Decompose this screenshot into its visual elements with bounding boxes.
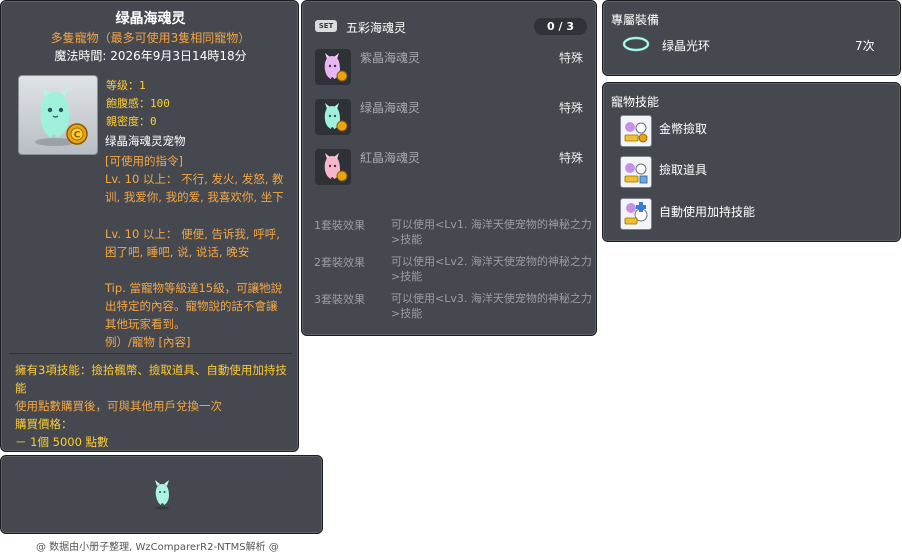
sea-spirit-pet-icon: C: [35, 87, 88, 146]
set-effect-label: 1套裝效果: [314, 219, 365, 232]
example-text: 例）/寵物 [內容]: [105, 335, 191, 349]
set-effect-text: 可以使用<Lv1. 海洋天使宠物的神秘之力>技能: [391, 218, 592, 246]
auto-buff-glyph: [624, 202, 648, 225]
set-effect-label: 3套裝效果: [314, 293, 365, 306]
set-item-type: 特殊: [559, 101, 584, 115]
set-badge: SET: [315, 20, 337, 32]
tip-text: Tip. 當寵物等級達15級，可讓牠說出特定的內容。寵物說的話不會讓其他玩家看到…: [105, 281, 283, 331]
item-tooltip-panel: 绿晶海魂灵 多隻寵物（最多可使用3隻相同寵物） 魔法時間: 2026年9月3日1…: [0, 0, 299, 452]
pet-sprite-icon: [155, 480, 169, 510]
set-effect-label: 2套裝效果: [314, 256, 365, 269]
set-item-type: 特殊: [559, 51, 584, 65]
red-spirit-icon: [324, 153, 348, 182]
footer-credit: @ 数据由小册子整理, WzComparerR2-NTMS解析 @: [36, 542, 279, 553]
set-item-name: 紅晶海魂灵: [360, 151, 421, 165]
exclusive-equip-panel: 專屬裝備 绿晶光环 7次: [602, 0, 901, 76]
divider: [9, 353, 292, 354]
skill-name: 撿取道具: [659, 163, 708, 177]
set-effect-text: 可以使用<Lv2. 海洋天使宠物的神秘之力>技能: [391, 255, 592, 283]
skill-name: 金幣撿取: [659, 122, 708, 136]
pet-fullness: 飽腹感：100: [106, 97, 170, 110]
pet-skill-panel: 寵物技能 金幣撿取 撿取道具 自動使用加持技能: [602, 82, 901, 242]
set-item-name: 紫晶海魂灵: [360, 51, 421, 65]
item-pickup-glyph: [624, 163, 648, 184]
pet-skills-summary: 擁有3項技能：撿拾楓幣、撿取道具、自動使用加持技能: [15, 363, 287, 395]
purple-spirit-icon: [324, 53, 348, 82]
meso-pickup-icon[interactable]: [620, 115, 652, 147]
item-title: 绿晶海魂灵: [115, 11, 186, 27]
svg-text:C: C: [74, 131, 81, 141]
equip-header: 專屬裝備: [611, 13, 660, 27]
set-item-icon-green[interactable]: [315, 99, 351, 135]
meso-pickup-glyph: [624, 122, 648, 143]
set-title: 五彩海魂灵: [346, 21, 407, 35]
command-list-1: Lv. 10 以上： 不行, 发火, 发怒, 教训, 我爱你, 我的爱, 我喜欢…: [105, 172, 284, 204]
trade-note: 使用點數購買後，可與其他用戶兌換一次: [15, 399, 222, 413]
set-item-type: 特殊: [559, 151, 584, 165]
set-item-icon-purple[interactable]: [315, 49, 351, 85]
halo-ring-icon: [622, 36, 650, 52]
equip-count: 7次: [855, 39, 875, 53]
equip-name: 绿晶光环: [662, 39, 711, 53]
commands-header: [可使用的指令]: [105, 154, 183, 168]
set-panel: SET 五彩海魂灵 0 / 3 紫晶海魂灵 特殊 绿晶海魂灵 特殊 紅晶海魂灵: [301, 0, 597, 336]
pet-level: 等级：1: [106, 79, 146, 92]
set-item-icon-red[interactable]: [315, 149, 351, 185]
skill-name: 自動使用加持技能: [659, 205, 756, 219]
green-spirit-icon: [324, 103, 348, 132]
pet-skill-header: 寵物技能: [611, 95, 660, 109]
pet-closeness: 親密度：0: [106, 115, 157, 128]
set-item-name: 绿晶海魂灵: [360, 101, 421, 115]
pet-preview-panel: [0, 455, 323, 534]
item-expiry: 魔法時間: 2026年9月3日14時18分: [54, 49, 247, 63]
price-label: 購買價格：: [15, 417, 73, 431]
set-effect-text: 可以使用<Lv3. 海洋天使宠物的神秘之力>技能: [391, 292, 592, 320]
pet-icon-frame: C: [18, 75, 98, 155]
item-pickup-icon[interactable]: [620, 156, 652, 188]
set-progress-count: 0 / 3: [534, 18, 587, 35]
pet-name: 绿晶海魂灵宠物: [105, 134, 186, 148]
item-subtitle: 多隻寵物（最多可使用3隻相同寵物）: [50, 31, 251, 45]
price-value: － 1個 5000 點數: [15, 435, 109, 449]
auto-buff-icon[interactable]: [620, 198, 652, 230]
command-list-2: Lv. 10 以上： 便便, 告诉我, 呼呼, 困了吧, 睡吧, 说, 说话, …: [105, 227, 280, 259]
